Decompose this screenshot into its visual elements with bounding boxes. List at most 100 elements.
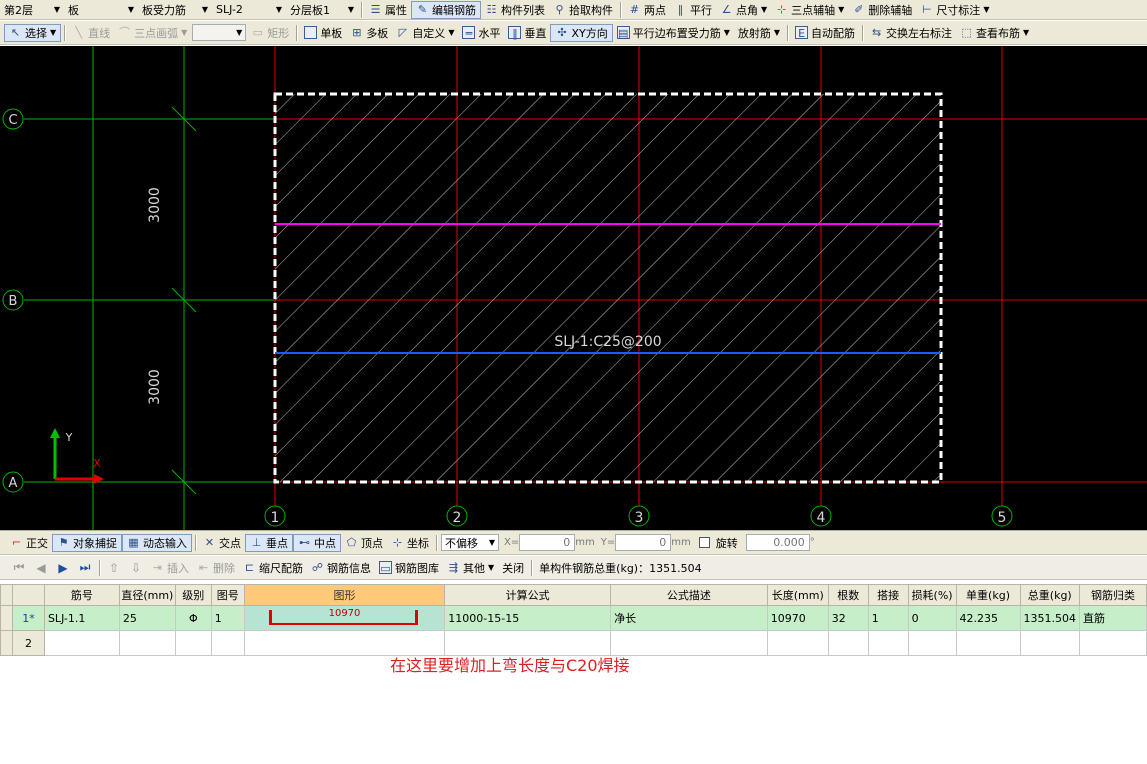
- rect-button[interactable]: ▭ 矩形: [247, 24, 293, 42]
- cell-grade[interactable]: [174, 630, 212, 656]
- dimension-button[interactable]: ⊢ 尺寸标注 ▼: [916, 1, 993, 19]
- cell-category[interactable]: 直筋: [1079, 605, 1147, 631]
- edit-rebar-button[interactable]: ✎ 编辑钢筋: [411, 0, 481, 19]
- column-header[interactable]: 搭接: [867, 584, 909, 606]
- close-button[interactable]: 关闭: [498, 559, 528, 577]
- offset-select[interactable]: 不偏移 ▼: [441, 534, 499, 551]
- first-record-icon[interactable]: ⏮: [8, 560, 30, 575]
- move-up-icon[interactable]: ⇧: [103, 561, 125, 575]
- cell-unit-weight[interactable]: [955, 630, 1021, 656]
- horizontal-button[interactable]: ═ 水平: [458, 24, 504, 42]
- cell-loss[interactable]: [907, 630, 957, 656]
- delete-axis-button[interactable]: ✐ 删除辅轴: [848, 1, 916, 19]
- cell-formula-desc[interactable]: 净长: [610, 605, 768, 631]
- column-header[interactable]: 公式描述: [610, 584, 768, 606]
- parallel-edge-button[interactable]: ▤ 平行边布置受力筋 ▼: [613, 24, 734, 42]
- cell-name[interactable]: SLJ-1.1: [43, 605, 120, 631]
- cell-category[interactable]: [1079, 630, 1147, 656]
- column-header[interactable]: 总重(kg): [1019, 584, 1080, 606]
- cell-total-weight[interactable]: [1019, 630, 1080, 656]
- cell-loss[interactable]: 0: [907, 605, 957, 631]
- cell-figure-no[interactable]: [210, 630, 245, 656]
- row-index[interactable]: 1*: [11, 605, 45, 631]
- column-header[interactable]: 损耗(%): [907, 584, 957, 606]
- insert-button[interactable]: ⇥ 插入: [147, 559, 193, 577]
- vertical-button[interactable]: ‖ 垂直: [504, 24, 550, 42]
- component-name-select[interactable]: SLJ-2 ▼: [213, 1, 285, 18]
- swap-label-button[interactable]: ⇆ 交换左右标注: [866, 24, 956, 42]
- cell-figure-no[interactable]: 1: [210, 605, 245, 631]
- column-header[interactable]: 根数: [827, 584, 869, 606]
- line-button[interactable]: ╲ 直线: [68, 24, 114, 42]
- intersection-button[interactable]: ✕ 交点: [199, 534, 245, 552]
- ortho-button[interactable]: ⌐ 正交: [6, 534, 52, 552]
- snap-button[interactable]: ⚑ 对象捕捉: [52, 533, 122, 552]
- cell-formula[interactable]: 11000-15-15: [444, 605, 612, 631]
- dynamic-input-button[interactable]: ▦ 动态输入: [122, 533, 192, 552]
- radial-button[interactable]: 放射筋 ▼: [734, 24, 784, 42]
- cell-diameter[interactable]: 25: [118, 605, 176, 631]
- auto-rebar-button[interactable]: E 自动配筋: [791, 24, 859, 42]
- cell-length[interactable]: [766, 630, 829, 656]
- cell-count[interactable]: [827, 630, 869, 656]
- rebar-info-button[interactable]: ☍ 钢筋信息: [307, 559, 375, 577]
- sublayer-select[interactable]: 分层板1 ▼: [287, 1, 357, 18]
- scale-rebar-button[interactable]: ⊏ 缩尺配筋: [239, 559, 307, 577]
- column-header[interactable]: 单重(kg): [955, 584, 1021, 606]
- cell-lap[interactable]: [867, 630, 909, 656]
- column-header[interactable]: 级别: [174, 584, 212, 606]
- floor-select[interactable]: 第2层 ▼: [1, 1, 63, 18]
- cell-total-weight[interactable]: 1351.504: [1019, 605, 1080, 631]
- move-down-icon[interactable]: ⇩: [125, 561, 147, 575]
- drawing-canvas[interactable]: SLJ-1:C25@200 3000 3000 C B A 1 2 3 4 5 …: [0, 46, 1147, 530]
- single-board-button[interactable]: 单板: [300, 24, 346, 42]
- multi-board-button[interactable]: ⊞ 多板: [346, 24, 392, 42]
- component-type-select[interactable]: 板 ▼: [65, 1, 137, 18]
- cell-diameter[interactable]: [118, 630, 176, 656]
- cell-grade[interactable]: Φ: [174, 605, 212, 631]
- column-header[interactable]: 直径(mm): [118, 584, 176, 606]
- three-point-axis-button[interactable]: ⊹ 三点辅轴 ▼: [771, 1, 848, 19]
- column-header[interactable]: 计算公式: [444, 584, 612, 606]
- pick-component-button[interactable]: ⚲ 拾取构件: [549, 1, 617, 19]
- vertex-button[interactable]: ⬠ 顶点: [341, 534, 387, 552]
- rotate-checkbox[interactable]: [698, 537, 710, 548]
- x-input[interactable]: 0: [519, 534, 576, 551]
- other-button[interactable]: ⇶ 其他 ▼: [443, 559, 498, 577]
- row-index[interactable]: 2: [11, 630, 45, 656]
- midpoint-button[interactable]: ⊷ 中点: [293, 533, 341, 552]
- perpendicular-button[interactable]: ⊥ 垂点: [245, 533, 293, 552]
- rebar-library-button[interactable]: ▭ 钢筋图库: [375, 559, 443, 577]
- view-layout-button[interactable]: ⬚ 查看布筋 ▼: [956, 24, 1033, 42]
- column-header[interactable]: 图形: [243, 584, 446, 606]
- component-list-button[interactable]: ☷ 构件列表: [481, 1, 549, 19]
- cell-shape[interactable]: 10970: [243, 605, 446, 631]
- column-header[interactable]: 钢筋归类: [1079, 584, 1147, 606]
- prev-record-icon[interactable]: ◀: [30, 561, 52, 575]
- cell-formula-desc[interactable]: [610, 630, 768, 656]
- cell-name[interactable]: [43, 630, 120, 656]
- cell-count[interactable]: 32: [827, 605, 869, 631]
- last-record-icon[interactable]: ⏭: [74, 560, 96, 575]
- delete-button[interactable]: ⇤ 删除: [193, 559, 239, 577]
- cell-lap[interactable]: 1: [867, 605, 909, 631]
- select-button[interactable]: ↖ 选择 ▼: [4, 23, 62, 42]
- xy-direction-button[interactable]: ✣ XY方向: [550, 23, 613, 42]
- table-row[interactable]: 1* SLJ-1.1 25 Φ 1 10970 11000-15-15 净长 1…: [0, 605, 1147, 631]
- next-record-icon[interactable]: ▶: [52, 561, 74, 575]
- point-angle-button[interactable]: ∠ 点角 ▼: [716, 1, 771, 19]
- cell-length[interactable]: 10970: [766, 605, 829, 631]
- column-header[interactable]: 长度(mm): [766, 584, 829, 606]
- cell-unit-weight[interactable]: 42.235: [955, 605, 1021, 631]
- column-header[interactable]: 筋号: [43, 584, 120, 606]
- rebar-type-select[interactable]: 板受力筋 ▼: [139, 1, 211, 18]
- two-points-button[interactable]: # 两点: [624, 1, 670, 19]
- y-input[interactable]: 0: [615, 534, 672, 551]
- arc-button[interactable]: ⌒ 三点画弧 ▼: [114, 24, 191, 42]
- coordinate-button[interactable]: ⊹ 坐标: [387, 534, 433, 552]
- attributes-button[interactable]: ☰ 属性: [365, 1, 411, 19]
- draw-mode-select[interactable]: ▼: [192, 24, 247, 41]
- column-header[interactable]: 图号: [210, 584, 245, 606]
- rotate-input[interactable]: 0.000: [745, 534, 810, 551]
- custom-button[interactable]: ◸ 自定义 ▼: [392, 24, 458, 42]
